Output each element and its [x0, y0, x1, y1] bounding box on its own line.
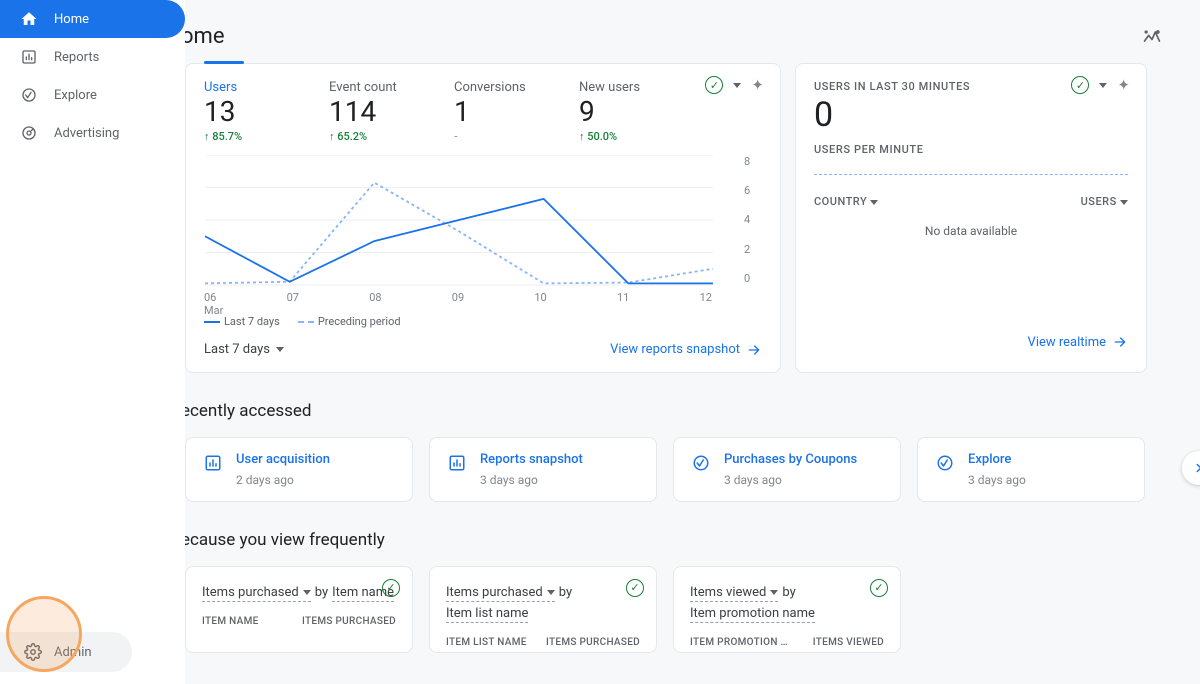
home-icon — [20, 10, 38, 28]
metric-dropdown[interactable]: Items viewed — [690, 585, 778, 602]
date-range-picker[interactable]: Last 7 days — [204, 342, 284, 357]
gear-icon — [24, 643, 42, 661]
view-reports-snapshot-link[interactable]: View reports snapshot — [610, 342, 762, 358]
metric-event-count[interactable]: Event count 114 ↑ 65.2% — [329, 80, 454, 143]
sidebar-item-home[interactable]: Home — [0, 0, 185, 38]
freq-col1: ITEM NAME — [202, 616, 259, 627]
dimension-dropdown[interactable]: Item promotion name — [690, 606, 815, 623]
overview-card: ✓ ✦ Users 13 ↑ 85.7% Event count 114 ↑ 6… — [185, 63, 781, 373]
freq-card[interactable]: ✓Items purchased by Item name ITEM NAME IT… — [185, 566, 413, 653]
sidebar-label: Home — [54, 12, 89, 27]
rt-col-users[interactable]: USERS — [1081, 195, 1128, 208]
sidebar-label: Advertising — [54, 126, 119, 141]
sidebar-item-advertising[interactable]: Advertising — [0, 114, 185, 152]
admin-area: Admin — [0, 620, 185, 684]
sidebar-label: Reports — [54, 50, 99, 65]
metric-new-users[interactable]: New users 9 ↑ 50.0% — [579, 80, 704, 143]
freq-card[interactable]: ✓Items viewed by Item promotion name ITEM… — [673, 566, 901, 653]
admin-label: Admin — [54, 645, 92, 660]
recent-card-title: Explore — [968, 452, 1026, 467]
rt-users-value: 0 — [814, 95, 1128, 135]
recent-card-sub: 3 days ago — [480, 473, 583, 487]
recent-card-sub: 2 days ago — [236, 473, 330, 487]
check-icon: ✓ — [626, 579, 644, 597]
y-axis-labels: 8 6 4 2 0 — [744, 155, 762, 285]
insights-icon[interactable] — [1142, 27, 1162, 47]
sparkle-icon[interactable]: ✦ — [751, 76, 764, 94]
sidebar-label: Explore — [54, 88, 97, 103]
frequently-viewed-heading: ecause you view frequently — [185, 530, 1200, 550]
active-tab-indicator — [204, 61, 244, 64]
freq-col2: ITEMS VIEWED — [813, 637, 884, 648]
dimension-dropdown[interactable]: Item list name — [446, 606, 528, 623]
line-chart-svg — [204, 155, 726, 295]
recent-card[interactable]: User acquisition 2 days ago — [185, 437, 413, 502]
freq-col1: ITEM PROMOTION … — [690, 637, 788, 648]
sidebar: Home Reports Explore Advertising — [0, 0, 185, 684]
check-icon: ✓ — [382, 579, 400, 597]
recent-card[interactable]: Explore 3 days ago — [917, 437, 1145, 502]
bar-chart-icon — [202, 452, 224, 474]
x-axis-labels: 06 07 08 09 10 11 12 — [204, 291, 712, 304]
recently-accessed-row: User acquisition 2 days ago Reports snapsh… — [185, 437, 1200, 502]
recent-card[interactable]: Purchases by Coupons 3 days ago — [673, 437, 901, 502]
freq-col2: ITEMS PURCHASED — [546, 637, 640, 648]
rt-no-data: No data available — [814, 224, 1128, 238]
check-icon: ✓ — [870, 579, 888, 597]
view-realtime-link[interactable]: View realtime — [1028, 334, 1128, 350]
freq-card-title: Items viewed by Item promotion name — [690, 585, 884, 623]
chevron-down-icon[interactable] — [733, 83, 741, 88]
metric-conversions[interactable]: Conversions 1 - — [454, 80, 579, 143]
rt-col-country[interactable]: COUNTRY — [814, 195, 878, 208]
frequently-viewed-row: ✓Items purchased by Item nameITEM NAMEIT… — [185, 566, 1200, 653]
freq-card-title: Items purchased by Item list name — [446, 585, 640, 623]
recent-card[interactable]: Reports snapshot 3 days ago — [429, 437, 657, 502]
metric-dropdown[interactable]: Items purchased — [446, 585, 555, 602]
sidebar-item-explore[interactable]: Explore — [0, 76, 185, 114]
freq-col1: ITEM LIST NAME — [446, 637, 527, 648]
admin-button[interactable]: Admin — [0, 632, 132, 672]
advertising-icon — [20, 124, 38, 142]
recent-card-sub: 3 days ago — [968, 473, 1026, 487]
metric-dropdown[interactable]: Items purchased — [202, 585, 311, 602]
page-title: ome — [185, 0, 1200, 63]
bar-chart-icon — [20, 48, 38, 66]
bar-chart-icon — [446, 452, 468, 474]
recent-card-title: Reports snapshot — [480, 452, 583, 467]
check-icon[interactable]: ✓ — [705, 76, 723, 94]
sidebar-item-reports[interactable]: Reports — [0, 38, 185, 76]
metric-users[interactable]: Users 13 ↑ 85.7% — [204, 80, 329, 143]
freq-card[interactable]: ✓Items purchased by Item list name ITEM L… — [429, 566, 657, 653]
freq-card-title: Items purchased by Item name — [202, 585, 394, 602]
x-axis-sublabel: Mar — [204, 304, 762, 317]
realtime-card: ✓ ✦ USERS IN LAST 30 MINUTES 0 USERS PER… — [795, 63, 1147, 373]
explore-icon — [690, 452, 712, 474]
explore-icon — [934, 452, 956, 474]
recent-card-title: Purchases by Coupons — [724, 452, 857, 467]
recently-accessed-heading: ecently accessed — [185, 401, 1200, 421]
explore-icon — [20, 86, 38, 104]
recent-card-title: User acquisition — [236, 452, 330, 467]
recent-card-sub: 3 days ago — [724, 473, 857, 487]
sparkle-icon[interactable]: ✦ — [1117, 76, 1130, 94]
trend-chart: 8 6 4 2 0 06 07 08 09 10 11 12 Mar — [204, 155, 762, 305]
chevron-down-icon[interactable] — [1099, 83, 1107, 88]
rt-perminute-label: USERS PER MINUTE — [814, 143, 1128, 156]
rt-sparkline — [814, 174, 1128, 175]
check-icon[interactable]: ✓ — [1071, 76, 1089, 94]
main-content: ome ✓ ✦ Users 13 ↑ 85.7% Event count 114… — [185, 0, 1200, 684]
carousel-next-button[interactable] — [1182, 451, 1200, 485]
freq-col2: ITEMS PURCHASED — [302, 616, 396, 627]
